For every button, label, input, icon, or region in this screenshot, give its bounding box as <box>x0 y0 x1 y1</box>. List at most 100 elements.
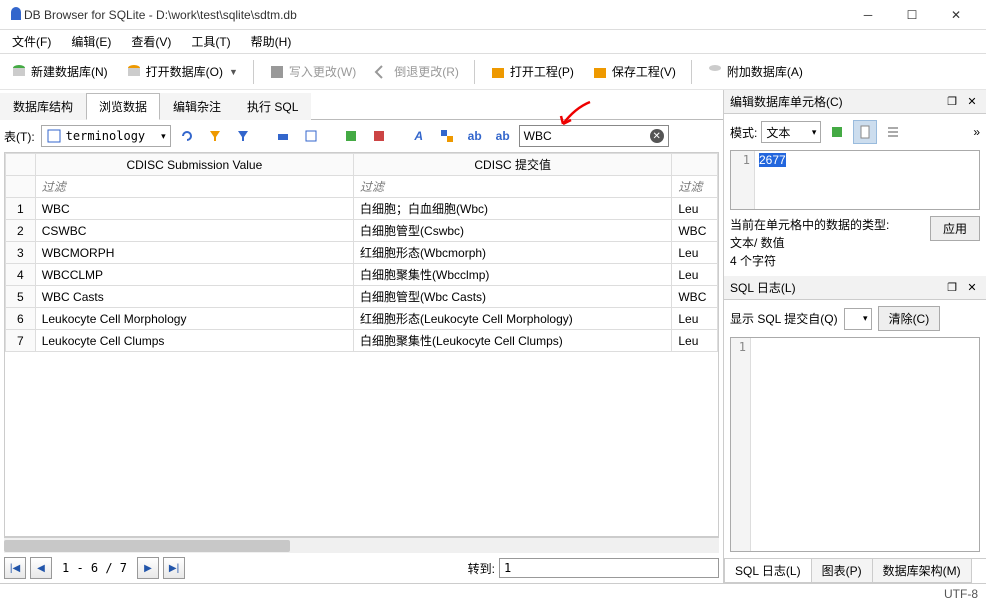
tab-pragmas[interactable]: 编辑杂注 <box>160 93 234 120</box>
open-database-button[interactable]: 打开数据库(O)▼ <box>119 59 245 84</box>
new-record-button[interactable] <box>339 124 363 148</box>
cell[interactable]: Leu <box>672 308 718 330</box>
goto-input[interactable] <box>499 558 719 578</box>
tab-schema[interactable]: 数据库架构(M) <box>872 559 972 583</box>
attach-database-label: 附加数据库(A) <box>727 63 803 80</box>
table-row[interactable]: 6 Leukocyte Cell Morphology 红细胞形态(Leukoc… <box>6 308 718 330</box>
cell[interactable]: WBC Casts <box>35 286 353 308</box>
mode-value: 文本 <box>766 124 790 141</box>
menu-file[interactable]: 文件(F) <box>4 31 59 52</box>
menu-tools[interactable]: 工具(T) <box>183 31 238 52</box>
apply-button[interactable]: 应用 <box>930 216 980 241</box>
tab-sql-log[interactable]: SQL 日志(L) <box>724 559 812 583</box>
search-input[interactable]: WBC ✕ <box>519 125 669 147</box>
tab-plot[interactable]: 图表(P) <box>811 559 873 583</box>
table-row[interactable]: 7 Leukocyte Cell Clumps 白细胞聚集性(Leukocyte… <box>6 330 718 352</box>
revert-changes-button[interactable]: 倒退更改(R) <box>367 59 466 84</box>
table-row[interactable]: 2 CSWBC 白细胞管型(Cswbc) WBC <box>6 220 718 242</box>
cell[interactable]: WBC <box>35 198 353 220</box>
delete-record-button[interactable] <box>367 124 391 148</box>
open-project-button[interactable]: 打开工程(P) <box>483 59 581 84</box>
filter-input[interactable] <box>42 180 347 194</box>
cell[interactable]: WBCCLMP <box>35 264 353 286</box>
close-panel-icon[interactable]: ✕ <box>964 94 980 110</box>
import-icon <box>829 124 845 140</box>
export-cell-button[interactable] <box>853 120 877 144</box>
cell[interactable]: Leukocyte Cell Clumps <box>35 330 353 352</box>
refresh-button[interactable] <box>175 124 199 148</box>
last-record-button[interactable]: ▶| <box>163 557 185 579</box>
null-cell-button[interactable] <box>881 120 905 144</box>
import-cell-button[interactable] <box>825 120 849 144</box>
export-button[interactable] <box>299 124 323 148</box>
cell[interactable]: Leu <box>672 330 718 352</box>
prev-record-button[interactable]: ◀ <box>30 557 52 579</box>
cell[interactable]: 红细胞形态(Leukocyte Cell Morphology) <box>354 308 672 330</box>
undock-icon[interactable]: ❐ <box>944 280 960 296</box>
minimize-button[interactable]: ─ <box>846 1 890 29</box>
tab-sql[interactable]: 执行 SQL <box>234 93 311 120</box>
cell[interactable]: WBCMORPH <box>35 242 353 264</box>
cell[interactable]: Leukocyte Cell Morphology <box>35 308 353 330</box>
filter-input[interactable] <box>678 180 708 194</box>
replace-button[interactable] <box>435 124 459 148</box>
mode-select[interactable]: 文本▾ <box>761 121 821 143</box>
more-icon[interactable]: » <box>973 125 980 139</box>
goto-button[interactable]: ab <box>463 124 487 148</box>
new-database-button[interactable]: 新建数据库(N) <box>4 59 115 84</box>
table-label: 表(T): <box>4 128 35 145</box>
cell[interactable]: WBC <box>672 286 718 308</box>
cell[interactable]: Leu <box>672 198 718 220</box>
horizontal-scrollbar[interactable] <box>4 537 719 553</box>
menu-view[interactable]: 查看(V) <box>123 31 179 52</box>
undock-icon[interactable]: ❐ <box>944 94 960 110</box>
tab-browse[interactable]: 浏览数据 <box>86 93 160 120</box>
cell[interactable]: 白细胞聚集性(Leukocyte Cell Clumps) <box>354 330 672 352</box>
table-row[interactable]: 5 WBC Casts 白细胞管型(Wbc Casts) WBC <box>6 286 718 308</box>
write-changes-button[interactable]: 写入更改(W) <box>262 59 363 84</box>
save-project-button[interactable]: 保存工程(V) <box>585 59 683 84</box>
sql-log-header: SQL 日志(L) ❐ ✕ <box>724 276 986 300</box>
cell[interactable]: Leu <box>672 242 718 264</box>
next-record-button[interactable]: ▶ <box>137 557 159 579</box>
cell[interactable]: WBC <box>672 220 718 242</box>
cell[interactable]: 白细胞聚集性(Wbcclmp) <box>354 264 672 286</box>
filter-input[interactable] <box>360 180 665 194</box>
menu-help[interactable]: 帮助(H) <box>243 31 300 52</box>
table-row[interactable]: 3 WBCMORPH 红细胞形态(Wbcmorph) Leu <box>6 242 718 264</box>
find-button[interactable]: A <box>407 124 431 148</box>
close-panel-icon[interactable]: ✕ <box>964 280 980 296</box>
maximize-button[interactable]: ☐ <box>890 1 934 29</box>
column-header[interactable]: CDISC 提交值 <box>354 154 672 176</box>
cell[interactable]: 白细胞管型(Cswbc) <box>354 220 672 242</box>
save-filter-button[interactable] <box>231 124 255 148</box>
filter-toggle-button[interactable]: ab <box>491 124 515 148</box>
cell[interactable]: 红细胞形态(Wbcmorph) <box>354 242 672 264</box>
cell[interactable]: Leu <box>672 264 718 286</box>
revert-changes-label: 倒退更改(R) <box>394 63 459 80</box>
menu-edit[interactable]: 编辑(E) <box>63 31 119 52</box>
table-row[interactable]: 1 WBC 白细胞；白血细胞(Wbc) Leu <box>6 198 718 220</box>
tab-structure[interactable]: 数据库结构 <box>0 93 86 120</box>
cell[interactable]: CSWBC <box>35 220 353 242</box>
attach-database-button[interactable]: 附加数据库(A) <box>700 59 810 84</box>
table-row[interactable]: 4 WBCCLMP 白细胞聚集性(Wbcclmp) Leu <box>6 264 718 286</box>
cell-value-editor[interactable]: 1 2677 <box>730 150 980 210</box>
main-tabs: 数据库结构 浏览数据 编辑杂注 执行 SQL <box>0 90 723 120</box>
sql-source-select[interactable]: ▾ <box>844 308 872 330</box>
sql-log-text[interactable]: 1 <box>730 337 980 552</box>
row-number: 1 <box>6 198 36 220</box>
cell[interactable]: 白细胞管型(Wbc Casts) <box>354 286 672 308</box>
revert-icon <box>374 64 390 80</box>
table-select[interactable]: terminology ▾ <box>41 125 171 147</box>
print-button[interactable] <box>271 124 295 148</box>
column-header[interactable]: CDISC Submission Value <box>35 154 353 176</box>
sql-log-panel: 显示 SQL 提交自(Q) ▾ 清除(C) 1 SQL 日志(L) 图表(P) … <box>724 300 986 583</box>
first-record-button[interactable]: |◀ <box>4 557 26 579</box>
clear-filters-button[interactable] <box>203 124 227 148</box>
column-header[interactable] <box>672 154 718 176</box>
clear-search-icon[interactable]: ✕ <box>650 129 664 143</box>
close-button[interactable]: ✕ <box>934 1 978 29</box>
cell[interactable]: 白细胞；白血细胞(Wbc) <box>354 198 672 220</box>
clear-log-button[interactable]: 清除(C) <box>878 306 941 331</box>
